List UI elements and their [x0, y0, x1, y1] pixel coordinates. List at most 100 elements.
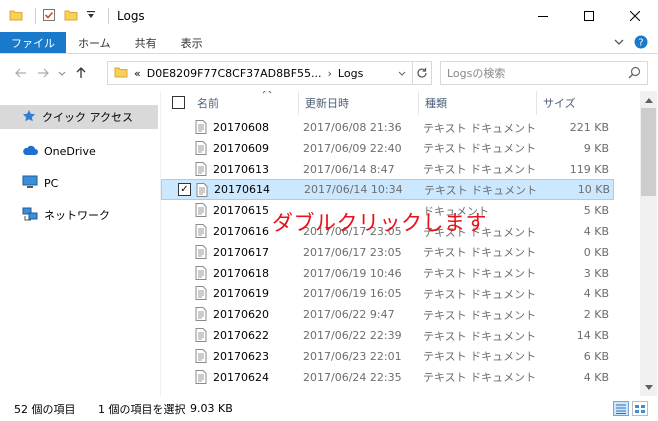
file-row[interactable]: 20170624 2017/06/24 22:35 テキスト ドキュメント 4 KB — [161, 367, 614, 388]
file-name: 20170608 — [213, 121, 269, 134]
file-date: 2017/06/24 22:35 — [303, 370, 402, 384]
chevron-right-icon[interactable]: › — [328, 67, 332, 80]
file-date: 2017/06/19 16:05 — [303, 287, 402, 301]
forward-button[interactable] — [32, 61, 54, 85]
file-row[interactable]: 20170620 2017/06/22 9:47 テキスト ドキュメント 2 KB — [161, 304, 614, 325]
ribbon-tabs: ファイル ホーム 共有 表示 ? — [0, 32, 658, 54]
file-name: 20170622 — [213, 329, 269, 342]
vertical-scrollbar[interactable] — [640, 91, 657, 396]
file-size: 4 KB — [583, 370, 609, 384]
select-all-checkbox[interactable] — [172, 96, 185, 109]
column-type[interactable]: 種類 — [419, 91, 537, 115]
file-name: 20170618 — [213, 266, 269, 280]
cloud-icon — [22, 144, 38, 159]
address-bar[interactable]: « D0E8209F77C8CF37AD8BF55... › Logs — [107, 61, 413, 85]
scroll-up-button[interactable] — [640, 91, 657, 108]
up-button[interactable] — [70, 61, 92, 85]
text-file-icon — [195, 348, 207, 366]
file-date: 2017/06/22 9:47 — [303, 308, 395, 322]
file-size: 0 KB — [583, 245, 609, 259]
file-row[interactable]: 20170619 2017/06/19 16:05 テキスト ドキュメント 4 KB — [161, 283, 614, 304]
file-list: 名前 更新日時 種類 サイズ 20170608 2017/06/08 21:36 テ… — [161, 91, 640, 396]
file-name: 20170616 — [213, 225, 269, 238]
close-button[interactable] — [612, 0, 658, 32]
tab-view[interactable]: 表示 — [169, 32, 215, 53]
file-name: 20170609 — [213, 141, 269, 155]
item-count: 52 個の項目 — [14, 402, 76, 416]
recent-locations-button[interactable] — [54, 61, 70, 85]
minimize-button[interactable] — [520, 0, 566, 32]
file-date: 2017/06/22 22:39 — [303, 329, 402, 342]
chevron-down-icon[interactable] — [614, 37, 624, 50]
new-folder-icon[interactable] — [64, 8, 78, 25]
nav-item-onedrive[interactable]: OneDrive — [0, 139, 158, 163]
file-row[interactable]: ✓ 20170614 2017/06/14 10:34 テキスト ドキュメント 10 K… — [161, 179, 614, 201]
file-name: 20170624 — [213, 370, 269, 384]
column-name[interactable]: 名前 — [191, 91, 299, 115]
breadcrumb-current[interactable]: Logs — [338, 67, 363, 80]
file-date: 2017/06/14 8:47 — [303, 162, 395, 176]
tab-share[interactable]: 共有 — [123, 32, 169, 53]
file-row[interactable]: 20170622 2017/06/22 22:39 テキスト ドキュメント 14 KB — [161, 325, 614, 346]
nav-item-pc[interactable]: PC — [0, 171, 158, 195]
tab-file[interactable]: ファイル — [0, 32, 66, 53]
column-date[interactable]: 更新日時 — [299, 91, 419, 115]
column-size[interactable]: サイズ — [537, 91, 615, 115]
column-name-label: 名前 — [197, 97, 219, 110]
column-headers: 名前 更新日時 種類 サイズ — [161, 91, 640, 115]
text-file-icon — [195, 328, 207, 345]
text-file-icon — [195, 307, 207, 324]
address-dropdown-button[interactable] — [392, 62, 412, 84]
file-size: 3 KB — [583, 266, 609, 280]
file-size: 6 KB — [583, 349, 609, 363]
nav-item-quick-access[interactable]: クイック アクセス — [0, 105, 158, 129]
file-name: 20170623 — [213, 349, 269, 363]
svg-text:?: ? — [638, 38, 643, 49]
file-type: テキスト ドキュメント — [423, 121, 537, 135]
refresh-button[interactable] — [413, 61, 432, 85]
file-type: テキスト ドキュメント — [423, 246, 537, 260]
explorer-window: Logs ファイル ホーム 共有 表示 ? « D0E8209F77C8CF37… — [0, 0, 658, 421]
address-overflow[interactable]: « — [134, 67, 141, 80]
search-input[interactable]: Logsの検索 — [440, 61, 648, 85]
file-date: 2017/06/19 10:46 — [303, 266, 402, 280]
file-size: 4 KB — [583, 287, 609, 301]
file-size: 119 KB — [569, 162, 609, 176]
search-icon[interactable] — [628, 66, 641, 82]
help-icon[interactable]: ? — [634, 35, 648, 52]
back-button[interactable] — [10, 61, 32, 85]
status-bar: 52 個の項目 1 個の項目を選択 9.03 KB — [0, 396, 658, 421]
file-type: テキスト ドキュメント — [423, 329, 537, 343]
customize-toolbar-icon[interactable] — [86, 10, 96, 23]
file-date: 2017/06/17 23:05 — [303, 245, 402, 259]
tab-home[interactable]: ホーム — [66, 32, 123, 53]
file-name: 20170614 — [214, 183, 270, 197]
file-row[interactable]: 20170623 2017/06/23 22:01 テキスト ドキュメント 6 KB — [161, 346, 614, 367]
file-name: 20170620 — [213, 308, 269, 322]
file-row[interactable]: 20170609 2017/06/09 22:40 テキスト ドキュメント 9 KB — [161, 138, 614, 159]
maximize-button[interactable] — [566, 0, 612, 32]
file-row[interactable]: 20170608 2017/06/08 21:36 テキスト ドキュメント 221 K… — [161, 117, 614, 138]
star-icon — [22, 109, 36, 126]
file-type: テキスト ドキュメント — [423, 287, 537, 301]
file-date: 2017/06/23 22:01 — [303, 349, 402, 363]
scroll-down-button[interactable] — [640, 379, 657, 396]
text-file-icon — [195, 265, 207, 283]
sort-up-icon — [262, 91, 272, 97]
nav-item-network[interactable]: ネットワーク — [0, 203, 158, 227]
window-controls — [520, 0, 658, 32]
nav-item-label: クイック アクセス — [42, 111, 133, 124]
file-type: テキスト ドキュメント — [424, 183, 538, 197]
details-view-button[interactable] — [613, 401, 629, 416]
computer-icon — [22, 175, 38, 192]
row-checkbox[interactable]: ✓ — [178, 183, 191, 197]
properties-icon[interactable] — [42, 8, 56, 25]
nav-item-label: OneDrive — [44, 144, 96, 158]
file-name: 20170615 — [213, 204, 269, 218]
file-row[interactable]: 20170618 2017/06/19 10:46 テキスト ドキュメント 3 KB — [161, 263, 614, 284]
breadcrumb-parent[interactable]: D0E8209F77C8CF37AD8BF55... — [147, 67, 322, 80]
scrollbar-thumb[interactable] — [641, 108, 656, 196]
file-row[interactable]: 20170617 2017/06/17 23:05 テキスト ドキュメント 0 KB — [161, 242, 614, 263]
large-icons-view-button[interactable] — [632, 401, 648, 416]
file-row[interactable]: 20170613 2017/06/14 8:47 テキスト ドキュメント 119 KB — [161, 159, 614, 180]
